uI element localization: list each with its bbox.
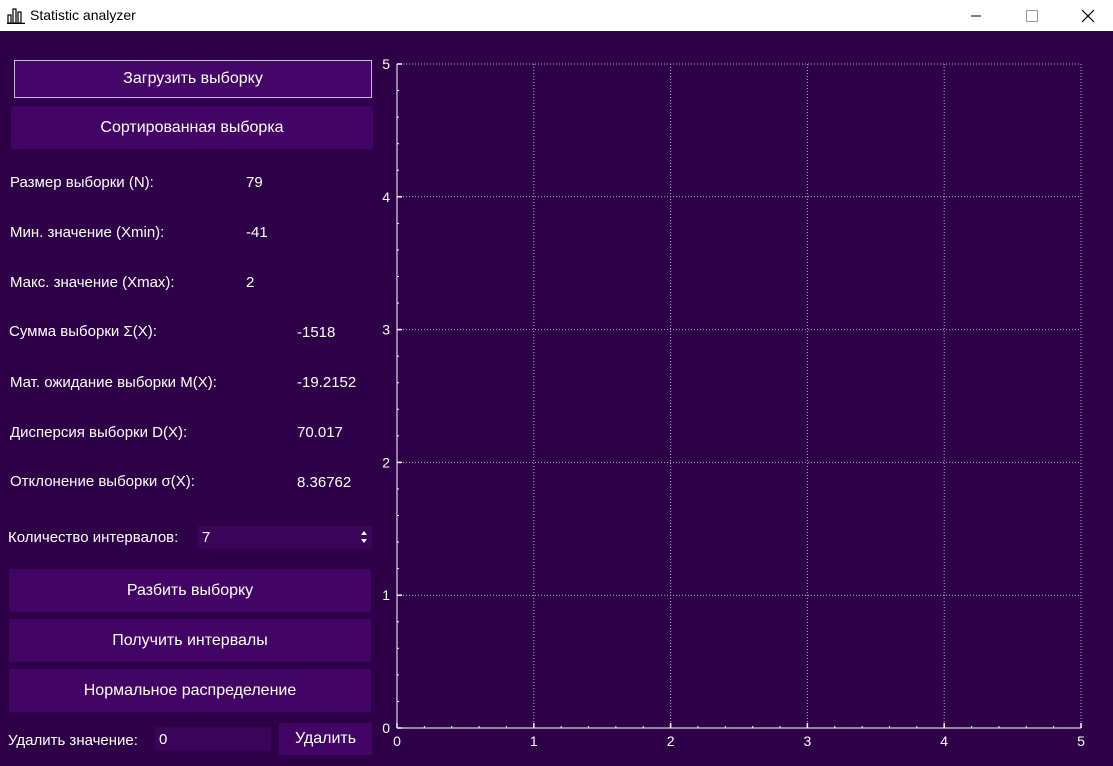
remove-value-label: Удалить значение: <box>8 732 138 749</box>
interval-count-label: Количество интервалов: <box>8 529 179 546</box>
sum-value: -1518 <box>297 324 336 341</box>
plot-area[interactable]: 0 1 2 3 4 5 0 1 2 3 4 5 <box>374 31 1113 766</box>
x-tick-label: 2 <box>667 733 675 749</box>
mean-value: -19.2152 <box>297 374 357 391</box>
max-value-value: 2 <box>246 274 255 291</box>
get-intervals-button[interactable]: Получить интервалы <box>9 619 371 662</box>
min-value-value: -41 <box>246 224 268 241</box>
sample-size-label: Размер выборки (N): <box>10 174 154 191</box>
main-window-client: Загрузить выборку Сортированная выборка … <box>0 31 1113 766</box>
y-tick-label: 5 <box>382 56 390 72</box>
sum-label: Сумма выборки Σ(X): <box>9 323 157 340</box>
std-dev-value: 8.36762 <box>297 474 352 491</box>
normal-distribution-button[interactable]: Нормальное распределение <box>9 669 371 712</box>
interval-count-spinbox[interactable]: 7 <box>198 526 372 549</box>
delete-button[interactable]: Удалить <box>279 723 372 755</box>
minimize-icon <box>971 15 981 16</box>
x-tick-label: 3 <box>804 733 812 749</box>
close-icon <box>1081 9 1095 22</box>
maximize-icon <box>1026 9 1038 22</box>
x-tick-label: 1 <box>530 733 538 749</box>
y-tick-label: 1 <box>382 587 390 603</box>
mean-label: Мат. ожидание выборки M(X): <box>10 374 217 391</box>
split-sample-button[interactable]: Разбить выборку <box>9 569 371 612</box>
sorted-sample-button[interactable]: Сортированная выборка <box>11 106 373 149</box>
minimize-button[interactable] <box>953 0 999 31</box>
bar-chart-icon <box>7 8 25 24</box>
interval-count-value: 7 <box>202 529 211 546</box>
y-tick-label: 4 <box>382 189 390 205</box>
min-value-label: Мин. значение (Xmin): <box>10 224 165 241</box>
load-sample-button[interactable]: Загрузить выборку <box>14 60 372 98</box>
remove-value-input[interactable]: 0 <box>155 727 271 751</box>
variance-label: Дисперсия выборки D(X): <box>10 424 188 441</box>
spin-arrows-icon[interactable] <box>360 529 368 545</box>
sample-size-value: 79 <box>246 174 263 191</box>
y-tick-label: 2 <box>382 454 390 470</box>
maximize-button[interactable] <box>1009 0 1055 31</box>
remove-value-text: 0 <box>159 730 168 748</box>
variance-value: 70.017 <box>297 424 343 441</box>
close-button[interactable] <box>1065 0 1111 31</box>
std-dev-label: Отклонение выборки σ(X): <box>10 473 195 490</box>
x-tick-label: 4 <box>940 733 948 749</box>
x-tick-label: 5 <box>1077 733 1085 749</box>
title-bar: Statistic analyzer <box>0 0 1113 31</box>
window-title: Statistic analyzer <box>30 7 136 23</box>
y-tick-label: 0 <box>382 720 390 736</box>
max-value-label: Макс. значение (Xmax): <box>10 274 175 291</box>
y-tick-label: 3 <box>382 322 390 338</box>
x-tick-label: 0 <box>393 733 401 749</box>
